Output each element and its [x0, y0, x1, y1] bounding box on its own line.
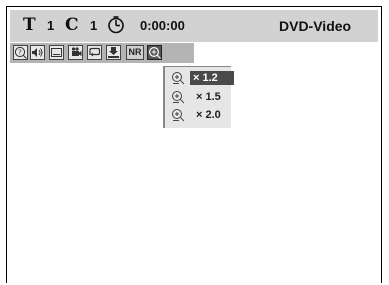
zoom-option-label: × 1.2 [190, 71, 234, 85]
player-screen: T 1 C 1 0:00:00 DVD-Video ? NR × 1.2 × 1… [6, 6, 382, 283]
title-label: T [23, 15, 36, 35]
audio-icon[interactable] [30, 45, 45, 60]
zoom-option-1-2[interactable]: × 1.2 [169, 70, 234, 86]
status-bar: T 1 C 1 0:00:00 DVD-Video [10, 10, 378, 42]
svg-text:?: ? [18, 48, 22, 56]
zoom-option-label: × 1.5 [196, 91, 221, 103]
chapter-label: C [65, 15, 79, 35]
zoom-option-icon [171, 108, 185, 122]
zoom-icon[interactable] [147, 45, 162, 60]
title-number: 1 [47, 18, 55, 33]
disc-type: DVD-Video [279, 18, 352, 34]
zoom-option-1-5[interactable]: × 1.5 [169, 89, 231, 105]
nr-icon[interactable]: NR [126, 45, 144, 60]
clock-icon [107, 16, 125, 38]
repeat-icon[interactable] [87, 45, 102, 60]
function-icon-bar: ? NR [10, 43, 194, 63]
marker-icon[interactable] [106, 45, 121, 60]
angle-icon[interactable] [68, 45, 83, 60]
help-icon[interactable]: ? [13, 45, 28, 60]
zoom-menu: × 1.2 × 1.5 × 2.0 [163, 66, 234, 128]
subtitle-icon[interactable] [49, 45, 64, 60]
chapter-number: 1 [90, 18, 98, 33]
zoom-option-label: × 2.0 [196, 109, 221, 121]
zoom-option-2-0[interactable]: × 2.0 [169, 107, 231, 123]
elapsed-time: 0:00:00 [140, 18, 185, 33]
zoom-option-icon [171, 90, 185, 104]
zoom-option-icon [171, 71, 185, 85]
